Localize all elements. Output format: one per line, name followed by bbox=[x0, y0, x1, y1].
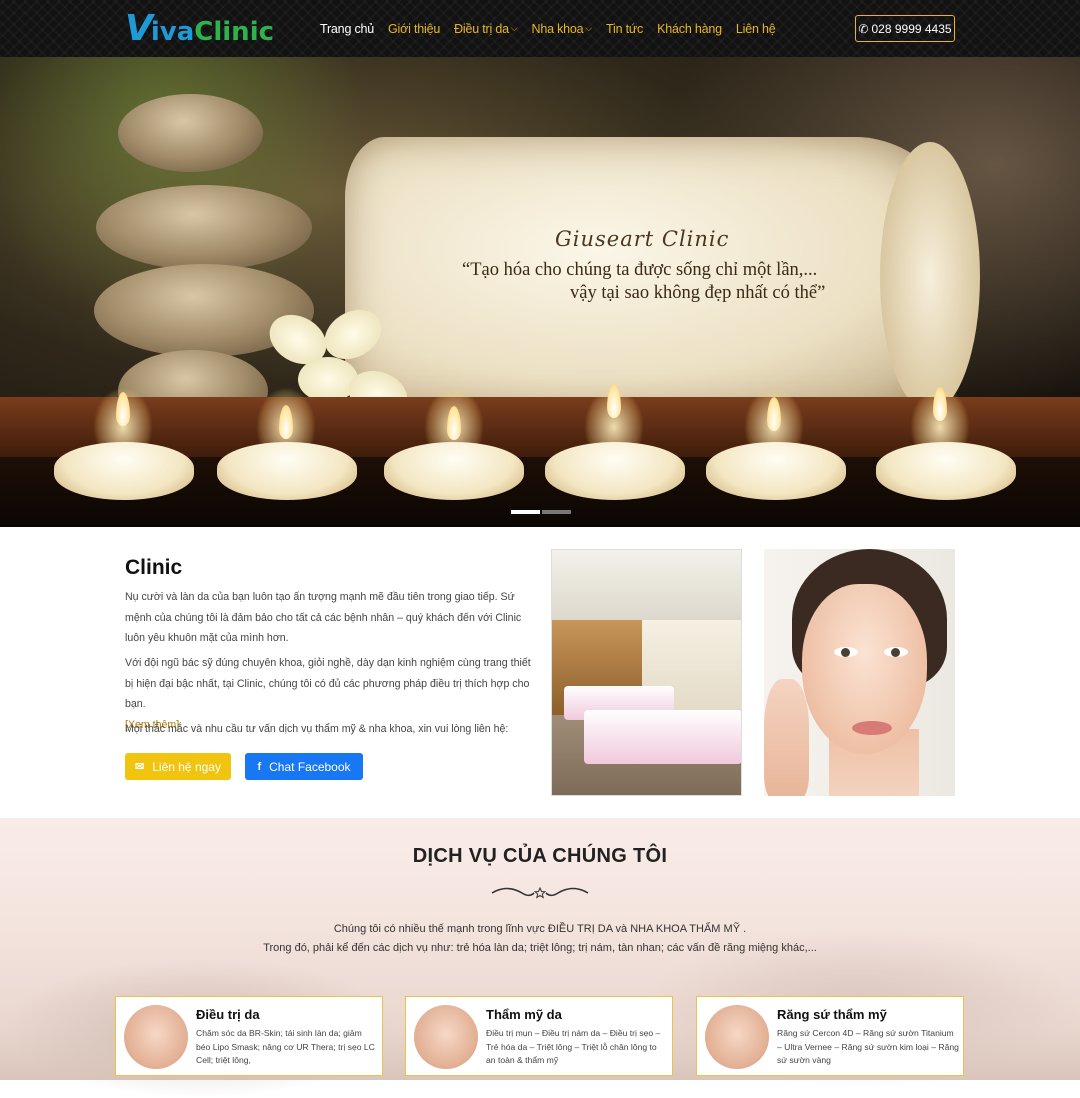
service-card-cosmetic-skin[interactable]: Thẩm mỹ da Điều trị mụn – Điều trị nám d… bbox=[405, 996, 673, 1076]
candle-image bbox=[54, 442, 194, 500]
clinic-room-image bbox=[551, 549, 742, 796]
hero-quote-line2: vậy tại sao không đẹp nhất có thể” bbox=[570, 283, 826, 303]
hero-slider[interactable]: Giuseart Clinic “Tạo hóa cho chúng ta đư… bbox=[0, 57, 1080, 527]
service-card-text: Chăm sóc da BR-Skin; tái sinh làn da; gi… bbox=[196, 1028, 375, 1065]
slider-dot-1[interactable] bbox=[511, 510, 540, 514]
nav-item-home[interactable]: Trang chủ bbox=[313, 0, 381, 57]
mail-icon: ✉ bbox=[135, 761, 145, 773]
logo[interactable]: V ivaClinic bbox=[125, 10, 274, 48]
logo-iva: iva bbox=[150, 17, 195, 47]
nav-item-about[interactable]: Giới thiệu bbox=[381, 0, 447, 57]
candle-image bbox=[384, 442, 524, 500]
slider-dot-2[interactable] bbox=[542, 510, 571, 514]
main-nav: Trang chủ Giới thiệu Điều trị da ⌵ Nha kh… bbox=[313, 0, 782, 57]
service-card-image bbox=[705, 1005, 769, 1069]
about-paragraph-1: Nụ cười và làn da của bạn luôn tạo ấn tư… bbox=[125, 591, 522, 644]
contact-now-button[interactable]: ✉ Liên hệ ngay bbox=[125, 753, 231, 780]
candle-image bbox=[876, 442, 1016, 500]
candle-image bbox=[217, 442, 357, 500]
services-description: Chúng tôi có nhiều thế mạnh trong lĩnh v… bbox=[263, 923, 817, 954]
chat-facebook-button[interactable]: f Chat Facebook bbox=[245, 753, 363, 780]
logo-v: V bbox=[125, 8, 153, 49]
logo-clinic: Clinic bbox=[194, 17, 275, 47]
service-card-image bbox=[124, 1005, 188, 1069]
facebook-icon: f bbox=[257, 760, 262, 773]
service-card-porcelain-teeth[interactable]: Răng sứ thẩm mỹ Răng sứ Cercon 4D – Răng… bbox=[696, 996, 964, 1076]
candle-image bbox=[545, 442, 685, 500]
chevron-down-icon: ⌵ bbox=[585, 23, 593, 33]
candle-image bbox=[706, 442, 846, 500]
service-card-image bbox=[414, 1005, 478, 1069]
about-paragraph-3: Mọi thắc mắc và nhu cầu tư vấn dịch vụ t… bbox=[125, 723, 509, 735]
service-card-skin-treatment[interactable]: Điều trị da Chăm sóc da BR-Skin; tái sin… bbox=[115, 996, 383, 1076]
phone-icon: ✆ bbox=[858, 21, 869, 36]
stone-image bbox=[96, 185, 312, 270]
woman-face-image bbox=[764, 549, 955, 796]
service-card-text: Điều trị mụn – Điều trị nám da – Điều tr… bbox=[486, 1028, 661, 1065]
services-title: DỊCH VỤ CỦA CHÚNG TÔI bbox=[412, 845, 668, 867]
service-card-title: Răng sứ thẩm mỹ bbox=[777, 1007, 887, 1022]
service-card-text: Răng sứ Cercon 4D – Răng sứ sườn Titaniu… bbox=[777, 1028, 959, 1065]
nav-item-dentistry[interactable]: Nha khoa ⌵ bbox=[525, 0, 600, 57]
nav-item-customers[interactable]: Khách hàng bbox=[650, 0, 729, 57]
chevron-down-icon: ⌵ bbox=[510, 23, 518, 33]
nav-item-news[interactable]: Tin tức bbox=[599, 0, 650, 57]
nav-item-contact[interactable]: Liên hệ bbox=[729, 0, 783, 57]
stone-image bbox=[118, 94, 263, 172]
service-card-title: Điều trị da bbox=[196, 1007, 260, 1022]
slider-pagination bbox=[511, 510, 571, 514]
hero-quote-line1: “Tạo hóa cho chúng ta được sống chỉ một … bbox=[462, 260, 818, 280]
nav-item-skin-treatment[interactable]: Điều trị da ⌵ bbox=[447, 0, 524, 57]
about-title: Clinic bbox=[125, 556, 183, 579]
phone-button[interactable]: ✆ 028 9999 4435 bbox=[855, 15, 955, 42]
ornament-divider-icon bbox=[491, 886, 589, 899]
site-header: V ivaClinic Trang chủ Giới thiệu Điều tr… bbox=[0, 0, 1080, 57]
hero-signature: Giuseart Clinic bbox=[555, 227, 730, 251]
towel-roll-image bbox=[880, 142, 980, 412]
service-card-title: Thẩm mỹ da bbox=[486, 1007, 562, 1022]
